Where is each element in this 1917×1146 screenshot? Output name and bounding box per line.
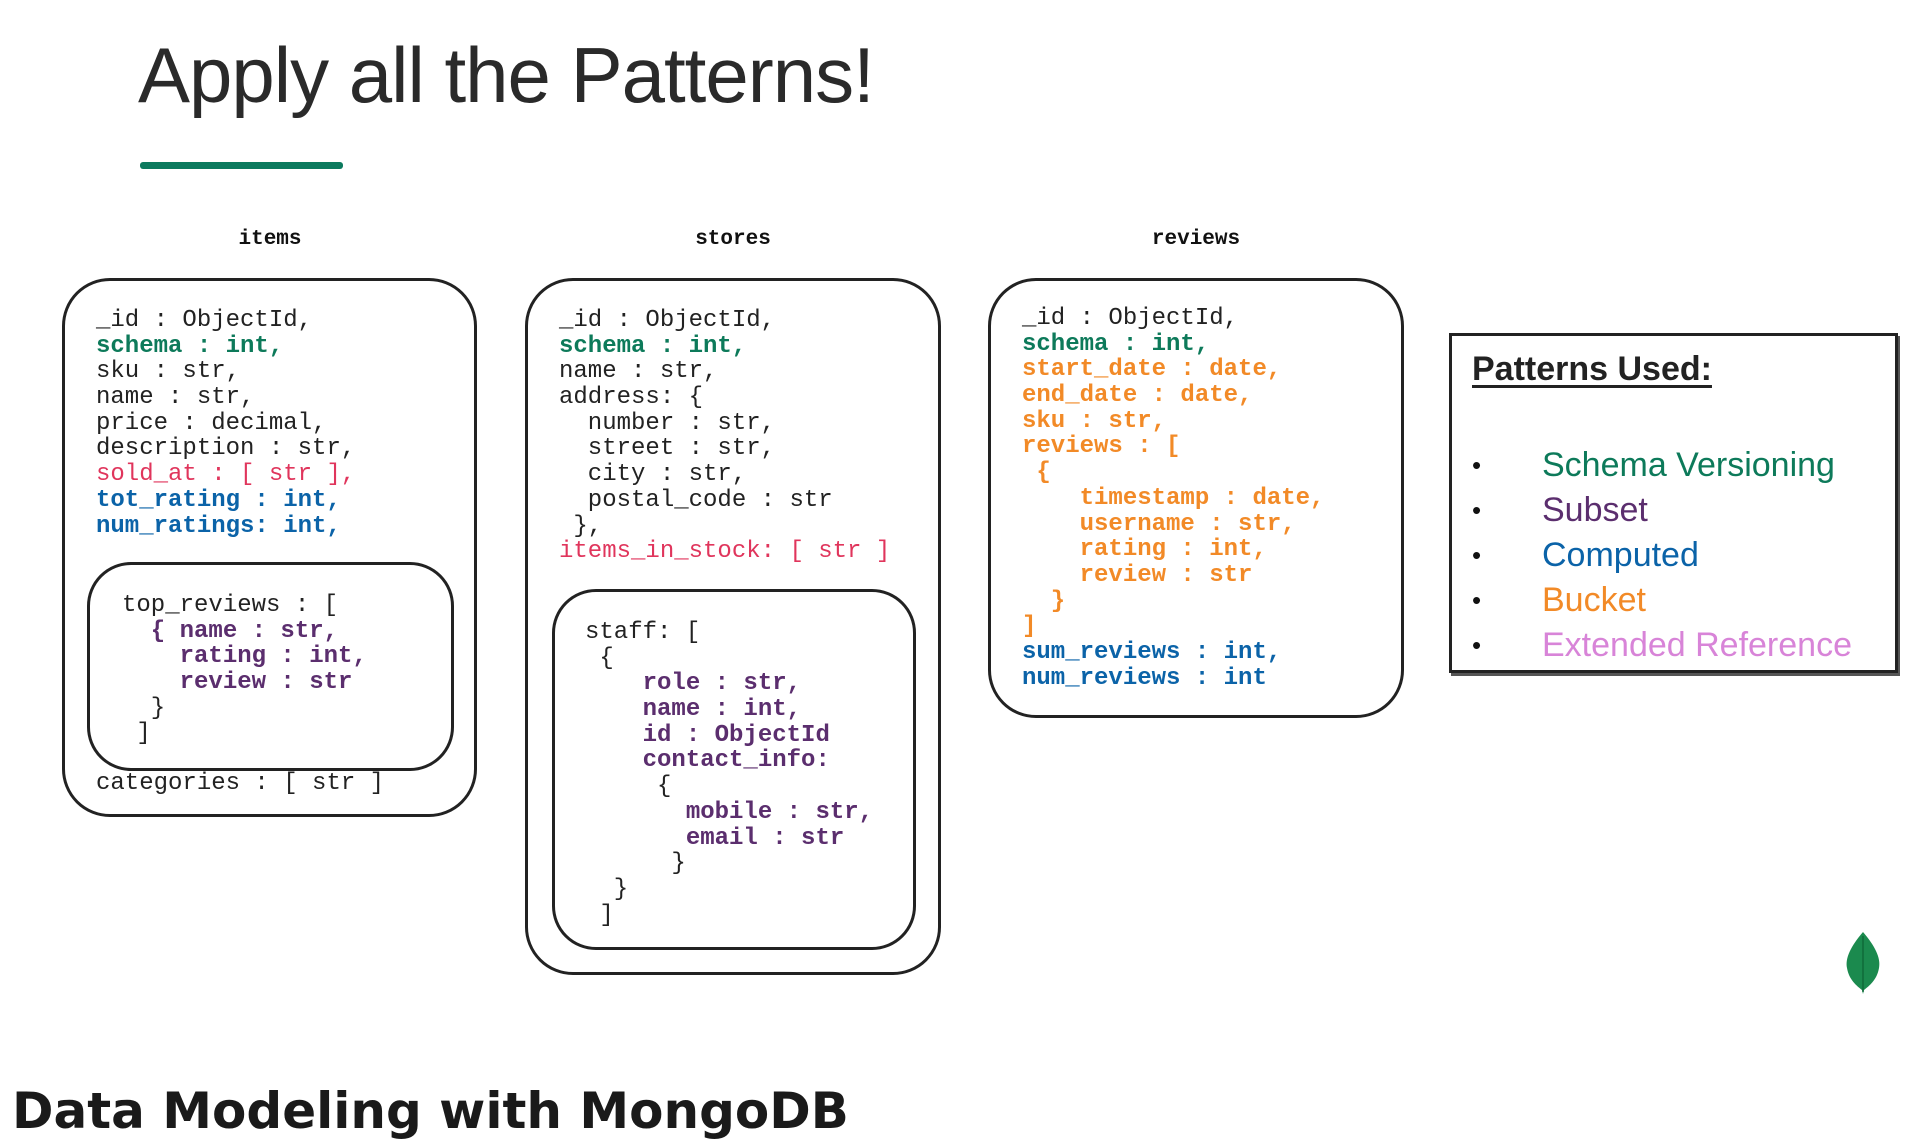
bullet-icon: •	[1472, 494, 1482, 525]
reviews-fields: _id : ObjectId, schema : int, start_date :…	[1022, 306, 1324, 691]
code-line: review : str	[1022, 561, 1253, 589]
code-line: {	[585, 644, 614, 672]
code-line: ]	[1022, 613, 1037, 641]
code-line: id : ObjectId	[585, 721, 830, 749]
code-line: schema : int,	[559, 332, 747, 360]
code-line: sold_at : [ str ],	[96, 461, 356, 489]
code-line: },	[559, 512, 603, 540]
code-line: review : str	[122, 669, 353, 697]
code-line: _id : ObjectId,	[559, 307, 776, 334]
legend-title: Patterns Used:	[1472, 350, 1712, 388]
code-line: name : str,	[96, 384, 255, 412]
code-line: { name : str,	[122, 617, 339, 645]
code-line: sku : str,	[1022, 407, 1167, 435]
code-line: rating : int,	[122, 643, 367, 671]
code-line: }	[585, 875, 629, 903]
bullet-icon: •	[1472, 539, 1482, 570]
items-fields: _id : ObjectId, schema : int, sku : str, na…	[96, 308, 355, 539]
code-line: name : str,	[559, 358, 718, 386]
footer-title: Data Modeling with MongoDB	[12, 1082, 849, 1140]
code-line: reviews : [	[1022, 433, 1181, 461]
stores-fields: _id : ObjectId, schema : int, name : str, a…	[559, 308, 890, 565]
code-line: tot_rating : int,	[96, 486, 341, 514]
code-line: username : str,	[1022, 510, 1296, 538]
code-line: mobile : str,	[585, 798, 874, 826]
code-line: }	[1022, 587, 1066, 615]
reviews-heading: reviews	[1151, 228, 1241, 251]
code-line: schema : int,	[1022, 330, 1210, 358]
mongodb-leaf-icon	[1846, 932, 1880, 994]
code-line: sku : str,	[96, 358, 241, 386]
legend-item: • Schema Versioning	[1472, 443, 1835, 487]
code-line: email : str	[585, 824, 845, 852]
stores-heading: stores	[695, 228, 771, 251]
code-line: num_reviews : int	[1022, 664, 1267, 692]
slide-title: Apply all the Patterns!	[138, 31, 875, 119]
items-top-reviews-fields: top_reviews : [ { name : str, rating : i…	[122, 593, 367, 747]
code-line: price : decimal,	[96, 409, 327, 437]
legend-item: • Subset	[1472, 488, 1648, 532]
code-line: }	[122, 694, 166, 722]
code-line: end_date : date,	[1022, 382, 1253, 410]
stores-staff-fields: staff: [ { role : str, name : int, id : …	[585, 620, 873, 928]
code-line: staff: [	[585, 619, 701, 646]
bullet-icon: •	[1472, 629, 1482, 660]
code-line: {	[1022, 459, 1051, 487]
code-line: timestamp : date,	[1022, 484, 1325, 512]
legend-item-label: Computed	[1542, 535, 1699, 574]
bullet-icon: •	[1472, 449, 1482, 480]
code-line: description : str,	[96, 435, 356, 463]
code-line: sum_reviews : int,	[1022, 638, 1282, 666]
code-line: ]	[585, 901, 614, 929]
code-line: contact_info:	[585, 747, 830, 775]
code-line: rating : int,	[1022, 536, 1267, 564]
code-line: schema : int,	[96, 332, 284, 360]
legend-item-label: Extended Reference	[1542, 625, 1852, 664]
items-categories-field: categories : [ str ]	[96, 771, 384, 797]
code-line: top_reviews : [	[122, 592, 339, 619]
code-line: ]	[122, 720, 151, 748]
legend-item-label: Schema Versioning	[1542, 445, 1835, 484]
code-line: {	[585, 773, 672, 801]
code-line: postal_code : str	[559, 486, 833, 514]
code-line: role : str,	[585, 670, 802, 698]
code-line: start_date : date,	[1022, 356, 1282, 384]
items-heading: items	[238, 228, 302, 251]
code-line: address: {	[559, 384, 704, 412]
patterns-legend: Patterns Used: • Schema Versioning • Subset…	[1449, 333, 1898, 673]
bullet-icon: •	[1472, 584, 1482, 615]
code-line: _id : ObjectId,	[96, 307, 313, 334]
legend-item: • Computed	[1472, 533, 1699, 577]
code-line: num_ratings: int,	[96, 512, 341, 540]
code-line: categories : [ str ]	[96, 770, 385, 797]
code-line: street : str,	[559, 435, 776, 463]
legend-item-label: Subset	[1542, 490, 1648, 529]
legend-item: • Bucket	[1472, 578, 1646, 622]
code-line: }	[585, 850, 686, 878]
code-line: city : str,	[559, 461, 747, 489]
legend-item-label: Bucket	[1542, 580, 1646, 619]
code-line: name : int,	[585, 696, 802, 724]
title-underline	[140, 162, 343, 169]
legend-item: • Extended Reference	[1472, 623, 1852, 667]
code-line: _id : ObjectId,	[1022, 305, 1239, 332]
code-line: items_in_stock: [ str ]	[559, 538, 891, 566]
code-line: number : str,	[559, 409, 776, 437]
